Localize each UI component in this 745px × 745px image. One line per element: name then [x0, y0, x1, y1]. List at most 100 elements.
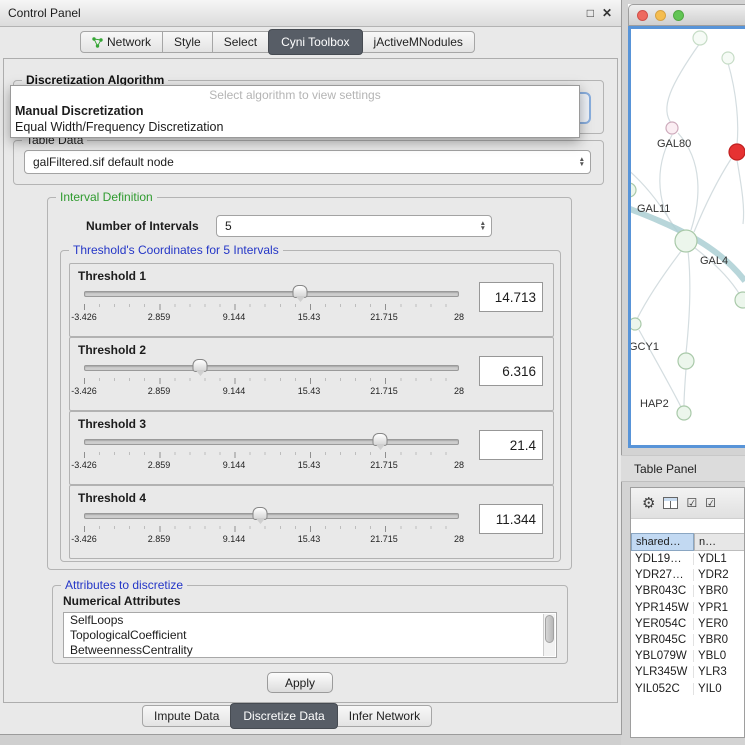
tab-jactivemnodules[interactable]: jActiveMNodules: [362, 31, 475, 53]
table-row[interactable]: YIL052C YIL0: [631, 681, 744, 697]
select-none-check-icon[interactable]: ☑: [705, 497, 716, 509]
popup-option-equal-width[interactable]: Equal Width/Frequency Discretization: [11, 119, 579, 135]
threshold-value-field[interactable]: 11.344: [479, 504, 543, 534]
table-row[interactable]: YDR27… YDR2: [631, 567, 744, 583]
table-data-combobox[interactable]: galFiltered.sif default node ▲▼: [24, 150, 591, 174]
column-header-name[interactable]: n…: [694, 533, 744, 551]
numerical-attributes-list[interactable]: SelfLoops TopologicalCoefficient Between…: [63, 612, 557, 658]
algorithm-dropdown-popup: Select algorithm to view settings Manual…: [10, 85, 580, 138]
network-canvas[interactable]: GAL80 GAL11 GAL4 GCY1 HAP2: [628, 26, 745, 448]
table-row[interactable]: YBR043C YBR0: [631, 583, 744, 599]
popup-option-manual-discretization[interactable]: Manual Discretization: [11, 103, 579, 119]
network-window-titlebar[interactable]: [628, 4, 745, 26]
network-node[interactable]: [722, 52, 734, 64]
slider-track[interactable]: [84, 291, 459, 297]
table-cell[interactable]: YPR1: [694, 602, 744, 614]
list-item[interactable]: BetweennessCentrality: [64, 643, 556, 658]
table-cell[interactable]: YBL0: [694, 650, 744, 662]
select-all-check-icon[interactable]: ☑: [686, 497, 697, 509]
table-cell[interactable]: YIL0: [694, 683, 744, 695]
stepper-icon: ▲▼: [579, 157, 585, 167]
scale-label: 21.715: [370, 534, 398, 544]
tab-discretize-data[interactable]: Discretize Data: [230, 703, 337, 729]
table-cell[interactable]: YLR345W: [631, 666, 694, 678]
zoom-traffic-light[interactable]: [673, 10, 684, 21]
threshold-thumb-1[interactable]: [193, 359, 208, 372]
network-node[interactable]: [675, 230, 697, 252]
threshold-value-field[interactable]: 14.713: [479, 282, 543, 312]
node-label: GCY1: [631, 341, 659, 353]
apply-button[interactable]: Apply: [267, 672, 333, 693]
network-node[interactable]: [693, 31, 707, 45]
table-cell[interactable]: YPR145W: [631, 602, 694, 614]
table-cell[interactable]: YER0: [694, 618, 744, 630]
control-panel-titlebar[interactable]: Control Panel □ ✕: [0, 0, 621, 27]
slider-ticks: [84, 526, 459, 532]
table-header-row: shared… n…: [631, 533, 744, 551]
number-of-intervals-combobox[interactable]: 5 ▲▼: [216, 215, 492, 237]
network-node[interactable]: [735, 292, 745, 308]
table-cell[interactable]: YDR2: [694, 569, 744, 581]
list-scrollbar[interactable]: [543, 614, 555, 656]
table-cell[interactable]: YER054C: [631, 618, 694, 630]
scale-label: 9.144: [223, 534, 246, 544]
network-node[interactable]: [666, 122, 678, 134]
threshold-thumb-3[interactable]: [253, 507, 268, 520]
tab-impute-data[interactable]: Impute Data: [142, 705, 231, 727]
tab-network[interactable]: Network: [80, 31, 163, 53]
slider-track[interactable]: [84, 365, 459, 371]
table-row[interactable]: YBL079W YBL0: [631, 648, 744, 664]
table-cell[interactable]: YBR0: [694, 634, 744, 646]
table-row[interactable]: YLR345W YLR3: [631, 664, 744, 680]
table-row[interactable]: YDL19… YDL1: [631, 551, 744, 567]
table-cell[interactable]: YBL079W: [631, 650, 694, 662]
threshold-value-field[interactable]: 21.4: [479, 430, 543, 460]
table-row[interactable]: YBR045C YBR0: [631, 632, 744, 648]
scale-label: 28: [454, 534, 464, 544]
interval-definition-group: Interval Definition Number of Intervals …: [47, 197, 572, 570]
close-icon[interactable]: ✕: [602, 0, 612, 26]
threshold-label: Threshold 4: [78, 491, 146, 505]
close-traffic-light[interactable]: [637, 10, 648, 21]
slider-track[interactable]: [84, 513, 459, 519]
table-cell[interactable]: YDL1: [694, 553, 744, 565]
column-manager-icon[interactable]: [663, 497, 678, 509]
slider-track[interactable]: [84, 439, 459, 445]
table-cell[interactable]: YBR045C: [631, 634, 694, 646]
threshold-thumb-2[interactable]: [373, 433, 388, 446]
tab-label: Network: [107, 35, 151, 49]
network-node[interactable]: [677, 406, 691, 420]
table-row[interactable]: YPR145W YPR1: [631, 600, 744, 616]
scrollbar-thumb[interactable]: [545, 615, 554, 643]
network-node[interactable]: [678, 353, 694, 369]
threshold-slider[interactable]: -3.426 2.859 9.144 15.43 21.715 28: [84, 434, 459, 474]
settings-gear-icon[interactable]: ⚙: [642, 496, 655, 511]
table-row[interactable]: YER054C YER0: [631, 616, 744, 632]
tab-select[interactable]: Select: [212, 31, 269, 53]
tab-infer-network[interactable]: Infer Network: [337, 705, 432, 727]
table-cell[interactable]: YIL052C: [631, 683, 694, 695]
threshold-slider[interactable]: -3.426 2.859 9.144 15.43 21.715 28: [84, 360, 459, 400]
threshold-slider[interactable]: -3.426 2.859 9.144 15.43 21.715 28: [84, 286, 459, 326]
threshold-thumb-0[interactable]: [293, 285, 308, 298]
table-cell[interactable]: YLR3: [694, 666, 744, 678]
tab-cyni-toolbox[interactable]: Cyni Toolbox: [268, 29, 362, 55]
tab-style[interactable]: Style: [162, 31, 213, 53]
network-node[interactable]: [631, 183, 636, 197]
float-window-icon[interactable]: □: [587, 0, 594, 26]
list-item[interactable]: TopologicalCoefficient: [64, 628, 556, 643]
threshold-value-field[interactable]: 6.316: [479, 356, 543, 386]
tab-label: Style: [174, 35, 201, 49]
list-item[interactable]: SelfLoops: [64, 613, 556, 628]
table-cell[interactable]: YDR27…: [631, 569, 694, 581]
table-cell[interactable]: YBR043C: [631, 585, 694, 597]
threshold-slider[interactable]: -3.426 2.859 9.144 15.43 21.715 28: [84, 508, 459, 548]
network-node[interactable]: [631, 318, 641, 330]
table-cell[interactable]: YDL19…: [631, 553, 694, 565]
minimize-traffic-light[interactable]: [655, 10, 666, 21]
table-cell[interactable]: YBR0: [694, 585, 744, 597]
selected-network-node[interactable]: [729, 144, 745, 160]
thresholds-group: Threshold's Coordinates for 5 Intervals …: [60, 250, 561, 562]
tab-label: Impute Data: [154, 709, 219, 723]
column-header-shared-name[interactable]: shared…: [631, 533, 694, 551]
